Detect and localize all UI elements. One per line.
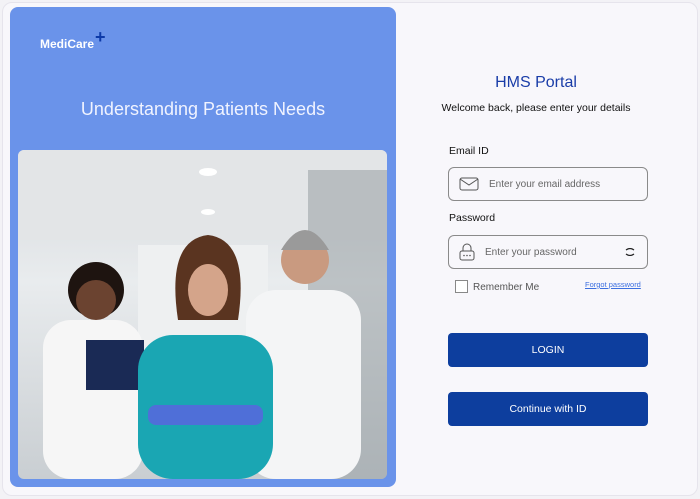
logo-text: MediCare (40, 37, 94, 51)
password-field[interactable]: Enter your password (448, 235, 648, 269)
forgot-password-link[interactable]: Forgot password (585, 280, 641, 289)
password-placeholder: Enter your password (485, 247, 577, 258)
portal-subtitle: Welcome back, please enter your details (420, 102, 652, 114)
login-button[interactable]: LOGIN (448, 333, 648, 367)
mail-icon (459, 177, 479, 191)
email-placeholder: Enter your email address (489, 179, 600, 190)
tagline: Understanding Patients Needs (10, 99, 396, 120)
email-field[interactable]: Enter your email address (448, 167, 648, 201)
email-label: Email ID (449, 145, 489, 157)
lock-icon (459, 243, 475, 261)
promo-panel: MediCare+ Understanding Patients Needs (10, 7, 396, 487)
portal-title: HMS Portal (440, 74, 632, 92)
logo: MediCare+ (40, 32, 106, 53)
doctors-photo (18, 150, 387, 479)
plus-icon: + (95, 27, 106, 47)
remember-me-checkbox[interactable] (455, 280, 468, 293)
eye-toggle-icon[interactable] (625, 248, 635, 256)
remember-me-label[interactable]: Remember Me (473, 282, 539, 293)
password-label: Password (449, 212, 495, 224)
continue-with-id-button[interactable]: Continue with ID (448, 392, 648, 426)
